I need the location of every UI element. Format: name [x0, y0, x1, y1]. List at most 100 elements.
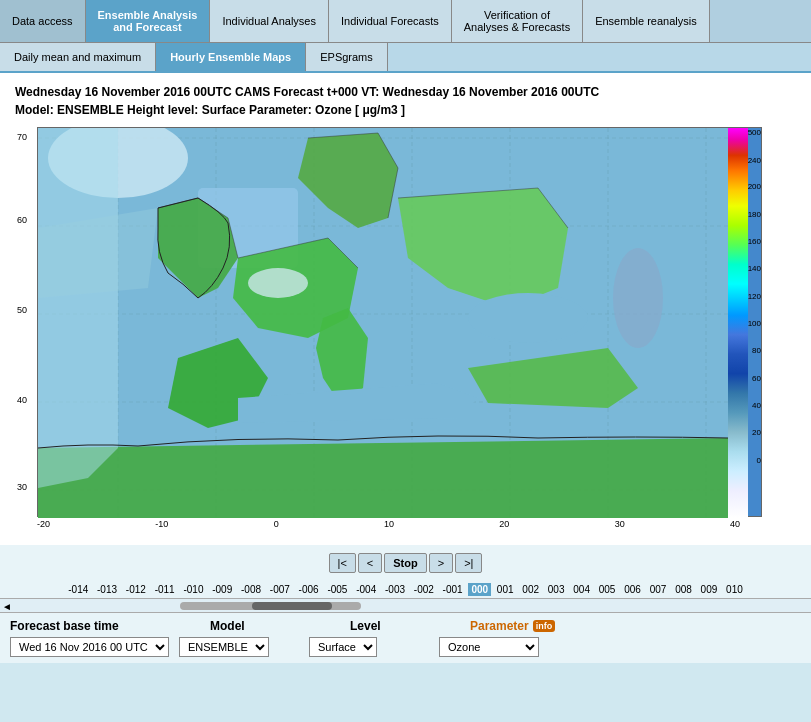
navigation-buttons: |< < Stop > >| — [329, 553, 483, 573]
sub-tab-hourly[interactable]: Hourly Ensemble Maps — [156, 43, 306, 71]
timeline-item[interactable]: -005 — [324, 583, 350, 596]
timeline-item[interactable]: 010 — [723, 583, 746, 596]
timeline-item[interactable]: 005 — [596, 583, 619, 596]
color-scale: 500 240 200 180 160 140 120 100 80 60 40… — [726, 128, 761, 518]
scale-100: 100 — [748, 319, 761, 328]
scale-140: 140 — [748, 264, 761, 273]
timeline-item-current[interactable]: 000 — [468, 583, 491, 596]
prev-button[interactable]: < — [358, 553, 382, 573]
map-container: 500 240 200 180 160 140 120 100 80 60 40… — [37, 127, 762, 517]
sub-tab-daily[interactable]: Daily mean and maximum — [0, 43, 156, 71]
level-select[interactable]: Surface — [309, 637, 377, 657]
timeline-item[interactable]: -009 — [209, 583, 235, 596]
top-navigation: Data access Ensemble Analysisand Forecas… — [0, 0, 811, 43]
y-label-70: 70 — [17, 132, 27, 142]
x-label-20: 20 — [499, 519, 509, 529]
sub-navigation: Daily mean and maximum Hourly Ensemble M… — [0, 43, 811, 73]
scrollbar-track[interactable] — [180, 602, 361, 610]
scale-120: 120 — [748, 292, 761, 301]
sub-tab-epsgrams[interactable]: EPSgrams — [306, 43, 388, 71]
forecast-title: Wednesday 16 November 2016 00UTC CAMS Fo… — [15, 83, 796, 119]
scrollbar-area: ◄ — [0, 598, 811, 612]
y-label-40: 40 — [17, 395, 27, 405]
timeline-item[interactable]: -012 — [123, 583, 149, 596]
x-label-30: 30 — [615, 519, 625, 529]
x-label-40: 40 — [730, 519, 740, 529]
scale-0: 0 — [757, 456, 761, 465]
model-header: Model — [210, 619, 310, 633]
timeline-strip: -014 -013 -012 -011 -010 -009 -008 -007 … — [0, 581, 811, 598]
timeline-item[interactable]: 002 — [519, 583, 542, 596]
tab-ensemble[interactable]: Ensemble Analysisand Forecast — [86, 0, 211, 42]
svg-point-17 — [248, 268, 308, 298]
y-label-50: 50 — [17, 305, 27, 315]
scale-80: 80 — [752, 346, 761, 355]
info-badge[interactable]: info — [533, 620, 556, 632]
level-header: Level — [350, 619, 430, 633]
tab-data-access[interactable]: Data access — [0, 0, 86, 42]
timeline-item[interactable]: -007 — [267, 583, 293, 596]
parameter-group: Ozone — [439, 637, 559, 657]
scale-500: 500 — [748, 128, 761, 137]
timeline-item[interactable]: -011 — [152, 583, 178, 596]
timeline-item[interactable]: 008 — [672, 583, 695, 596]
timeline-item[interactable]: 004 — [570, 583, 593, 596]
controls-area: |< < Stop > >| — [0, 545, 811, 581]
timeline-item[interactable]: 001 — [494, 583, 517, 596]
forecast-title-line2: Model: ENSEMBLE Height level: Surface Pa… — [15, 101, 796, 119]
timeline-item[interactable]: -010 — [180, 583, 206, 596]
tab-individual-analyses[interactable]: Individual Analyses — [210, 0, 329, 42]
scale-20: 20 — [752, 428, 761, 437]
forecast-base-time-group: Wed 16 Nov 2016 00 UTC — [10, 637, 169, 657]
forecast-base-time-header: Forecast base time — [10, 619, 170, 633]
control-selects-row: Wed 16 Nov 2016 00 UTC ENSEMBLE Surface … — [10, 637, 801, 657]
scale-160: 160 — [748, 237, 761, 246]
scale-40: 40 — [752, 401, 761, 410]
parameter-header: Parameter info — [470, 619, 590, 633]
timeline-item[interactable]: 006 — [621, 583, 644, 596]
timeline-item[interactable]: -002 — [411, 583, 437, 596]
x-label--20: -20 — [37, 519, 50, 529]
timeline-item[interactable]: -014 — [65, 583, 91, 596]
scale-240: 240 — [748, 156, 761, 165]
x-label-0: 0 — [274, 519, 279, 529]
scale-200: 200 — [748, 182, 761, 191]
last-button[interactable]: >| — [455, 553, 482, 573]
timeline-item[interactable]: -003 — [382, 583, 408, 596]
svg-point-16 — [613, 248, 663, 348]
level-group: Surface — [309, 637, 429, 657]
timeline-item[interactable]: -008 — [238, 583, 264, 596]
timeline-item[interactable]: -004 — [353, 583, 379, 596]
timeline-item[interactable]: -006 — [296, 583, 322, 596]
timeline-item[interactable]: -013 — [94, 583, 120, 596]
map-svg — [38, 128, 728, 518]
bottom-controls: Forecast base time Model Level Parameter… — [0, 612, 811, 663]
svg-point-15 — [468, 293, 588, 343]
x-axis-labels: -20 -10 0 10 20 30 40 — [15, 517, 740, 529]
scale-180: 180 — [748, 210, 761, 219]
x-label--10: -10 — [155, 519, 168, 529]
y-label-60: 60 — [17, 215, 27, 225]
next-button[interactable]: > — [429, 553, 453, 573]
timeline-item[interactable]: 003 — [545, 583, 568, 596]
scroll-left-arrow[interactable]: ◄ — [2, 601, 12, 612]
model-select[interactable]: ENSEMBLE — [179, 637, 269, 657]
scrollbar-thumb[interactable] — [252, 602, 332, 610]
stop-button[interactable]: Stop — [384, 553, 426, 573]
model-group: ENSEMBLE — [179, 637, 299, 657]
forecast-title-line1: Wednesday 16 November 2016 00UTC CAMS Fo… — [15, 83, 796, 101]
timeline-item[interactable]: 009 — [698, 583, 721, 596]
forecast-base-time-select[interactable]: Wed 16 Nov 2016 00 UTC — [10, 637, 169, 657]
control-headers: Forecast base time Model Level Parameter… — [10, 619, 801, 637]
tab-individual-forecasts[interactable]: Individual Forecasts — [329, 0, 452, 42]
timeline-item[interactable]: 007 — [647, 583, 670, 596]
tab-ensemble-reanalysis[interactable]: Ensemble reanalysis — [583, 0, 710, 42]
y-label-30: 30 — [17, 482, 27, 492]
main-content: Wednesday 16 November 2016 00UTC CAMS Fo… — [0, 73, 811, 545]
scale-60: 60 — [752, 374, 761, 383]
tab-verification[interactable]: Verification ofAnalyses & Forecasts — [452, 0, 583, 42]
timeline-item[interactable]: -001 — [440, 583, 466, 596]
parameter-select[interactable]: Ozone — [439, 637, 539, 657]
first-button[interactable]: |< — [329, 553, 356, 573]
x-label-10: 10 — [384, 519, 394, 529]
